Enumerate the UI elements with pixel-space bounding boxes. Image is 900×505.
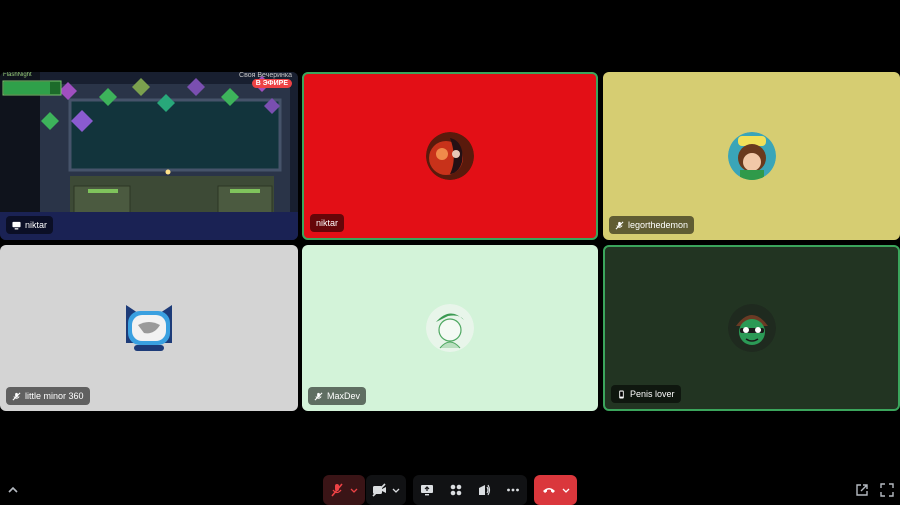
participant-nametag: Penis lover bbox=[611, 385, 681, 403]
chevron-down-icon[interactable] bbox=[349, 485, 359, 495]
participant-nametag: niktar bbox=[6, 216, 54, 234]
mic-muted-icon bbox=[615, 221, 624, 229]
camera-control[interactable] bbox=[366, 475, 406, 505]
camera-off-icon bbox=[372, 483, 386, 497]
more-icon bbox=[506, 488, 519, 492]
hang-up-icon bbox=[542, 488, 555, 493]
avatar bbox=[727, 304, 776, 352]
avatar bbox=[727, 132, 776, 180]
phone-icon bbox=[619, 389, 624, 399]
mic-muted-icon bbox=[331, 483, 343, 497]
participant-nametag: little minor 360 bbox=[6, 387, 90, 405]
participant-name: legorthedemon bbox=[628, 220, 689, 230]
participant-name: little minor 360 bbox=[25, 391, 84, 401]
disconnect-control[interactable] bbox=[534, 475, 577, 505]
more-button[interactable] bbox=[506, 483, 520, 497]
fullscreen-button[interactable] bbox=[880, 483, 894, 497]
avatar bbox=[122, 301, 176, 355]
participant-tile[interactable]: little minor 360 bbox=[0, 245, 298, 411]
participant-name: MaxDev bbox=[327, 391, 361, 401]
screen-share-button[interactable] bbox=[420, 483, 434, 497]
soundboard-button[interactable] bbox=[477, 483, 491, 497]
chevron-down-icon[interactable] bbox=[391, 485, 401, 495]
pop-out-button[interactable] bbox=[855, 483, 869, 497]
mic-control[interactable] bbox=[323, 475, 365, 505]
chevron-up-icon bbox=[8, 486, 18, 493]
participant-name: niktar bbox=[25, 220, 48, 230]
chevron-down-icon[interactable] bbox=[561, 485, 571, 495]
mic-muted-icon bbox=[12, 392, 21, 400]
stream-game-scene bbox=[0, 72, 298, 240]
live-badge: В ЭФИРЕ bbox=[251, 79, 292, 88]
screen-share-icon bbox=[12, 221, 21, 229]
expand-up-button[interactable] bbox=[6, 483, 20, 497]
avatar bbox=[426, 132, 474, 180]
participant-tile[interactable]: Penis lover bbox=[603, 245, 900, 411]
mic-muted-icon bbox=[314, 392, 323, 400]
participant-tile[interactable]: legorthedemon bbox=[603, 72, 900, 240]
fullscreen-icon bbox=[880, 483, 894, 497]
participant-nametag: legorthedemon bbox=[609, 216, 695, 234]
pop-out-icon bbox=[856, 484, 868, 496]
participant-name: Penis lover bbox=[630, 389, 675, 399]
participant-nametag: niktar bbox=[310, 214, 345, 232]
stream-tile[interactable]: FlashNight Своя Вечеринка В ЭФИРЕ niktar bbox=[0, 72, 298, 240]
action-group bbox=[413, 475, 527, 505]
screen-share-icon bbox=[421, 485, 434, 496]
avatar bbox=[426, 304, 474, 352]
stream-title: Своя Вечеринка bbox=[239, 72, 292, 79]
activities-icon bbox=[450, 484, 462, 496]
participant-tile[interactable]: MaxDev bbox=[302, 245, 598, 411]
soundboard-icon bbox=[479, 484, 491, 496]
participant-nametag: MaxDev bbox=[308, 387, 367, 405]
participant-name: niktar bbox=[316, 218, 339, 228]
participant-tile[interactable]: niktar bbox=[302, 72, 598, 240]
activities-button[interactable] bbox=[449, 483, 463, 497]
stream-corner-label: FlashNight bbox=[3, 72, 32, 78]
